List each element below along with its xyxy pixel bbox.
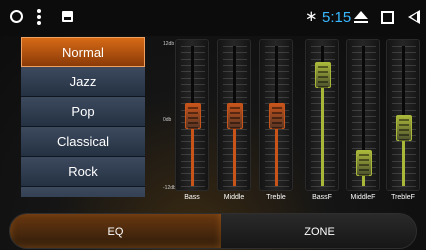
recent-apps-icon[interactable]	[381, 11, 394, 24]
eq-slider-fill	[321, 75, 324, 186]
preset-item-normal[interactable]: Normal	[21, 37, 145, 67]
eq-slider-knob[interactable]	[227, 103, 243, 129]
db-min-label: -12db	[163, 185, 176, 191]
eq-band-bass[interactable]	[175, 39, 209, 191]
eq-band-bassf[interactable]	[305, 39, 339, 191]
eq-slider-knob[interactable]	[269, 103, 285, 129]
preset-item-pop[interactable]: Pop	[21, 97, 145, 127]
eq-tick	[265, 186, 289, 187]
preset-item-jazz[interactable]: Jazz	[21, 67, 145, 97]
eq-slider-knob[interactable]	[185, 103, 201, 129]
status-clock: 5:15	[322, 9, 352, 26]
eq-band-middlef[interactable]	[346, 39, 380, 191]
eq-slider-knob[interactable]	[356, 149, 372, 176]
db-max-label: 12db	[163, 41, 175, 47]
eq-slider-knob[interactable]	[315, 62, 331, 89]
preset-item-classical[interactable]: Classical	[21, 127, 145, 157]
tab-eq[interactable]: EQ	[10, 214, 221, 248]
preset-item-news[interactable]: News	[21, 187, 145, 197]
eq-band-label-bassf: BassF	[312, 194, 332, 201]
circle-icon[interactable]	[10, 10, 23, 23]
bluetooth-icon: ∗	[305, 8, 318, 25]
eq-band-label-bass: Bass	[184, 194, 200, 201]
eq-tick	[311, 186, 335, 187]
more-vert-icon[interactable]	[37, 9, 41, 25]
back-icon[interactable]	[408, 10, 420, 24]
eq-band-label-treble: Treble	[266, 194, 286, 201]
eq-tick	[392, 186, 416, 187]
eq-slider-knob[interactable]	[396, 114, 412, 141]
preset-list: Normal Jazz Pop Classical Rock News	[21, 37, 145, 197]
eq-tick	[181, 186, 205, 187]
equalizer-panel: 12db 0db -12db Bass Middle Treble BassF …	[155, 37, 426, 207]
eq-band-middle[interactable]	[217, 39, 251, 191]
eq-tick	[223, 186, 247, 187]
photo-icon	[62, 11, 73, 22]
eject-icon[interactable]	[354, 11, 368, 25]
preset-item-rock[interactable]: Rock	[21, 157, 145, 187]
tab-bar: EQ ZONE	[9, 213, 417, 249]
status-bar: ∗ 5:15	[0, 0, 426, 36]
eq-band-label-middlef: MiddleF	[350, 194, 376, 201]
eq-band-treblef[interactable]	[386, 39, 420, 191]
eq-band-label-middle: Middle	[223, 194, 245, 201]
eq-band-label-treblef: TrebleF	[391, 194, 415, 201]
eq-tick	[352, 186, 376, 187]
tab-zone[interactable]: ZONE	[221, 214, 416, 248]
eq-band-treble[interactable]	[259, 39, 293, 191]
db-zero-label: 0db	[163, 117, 172, 123]
